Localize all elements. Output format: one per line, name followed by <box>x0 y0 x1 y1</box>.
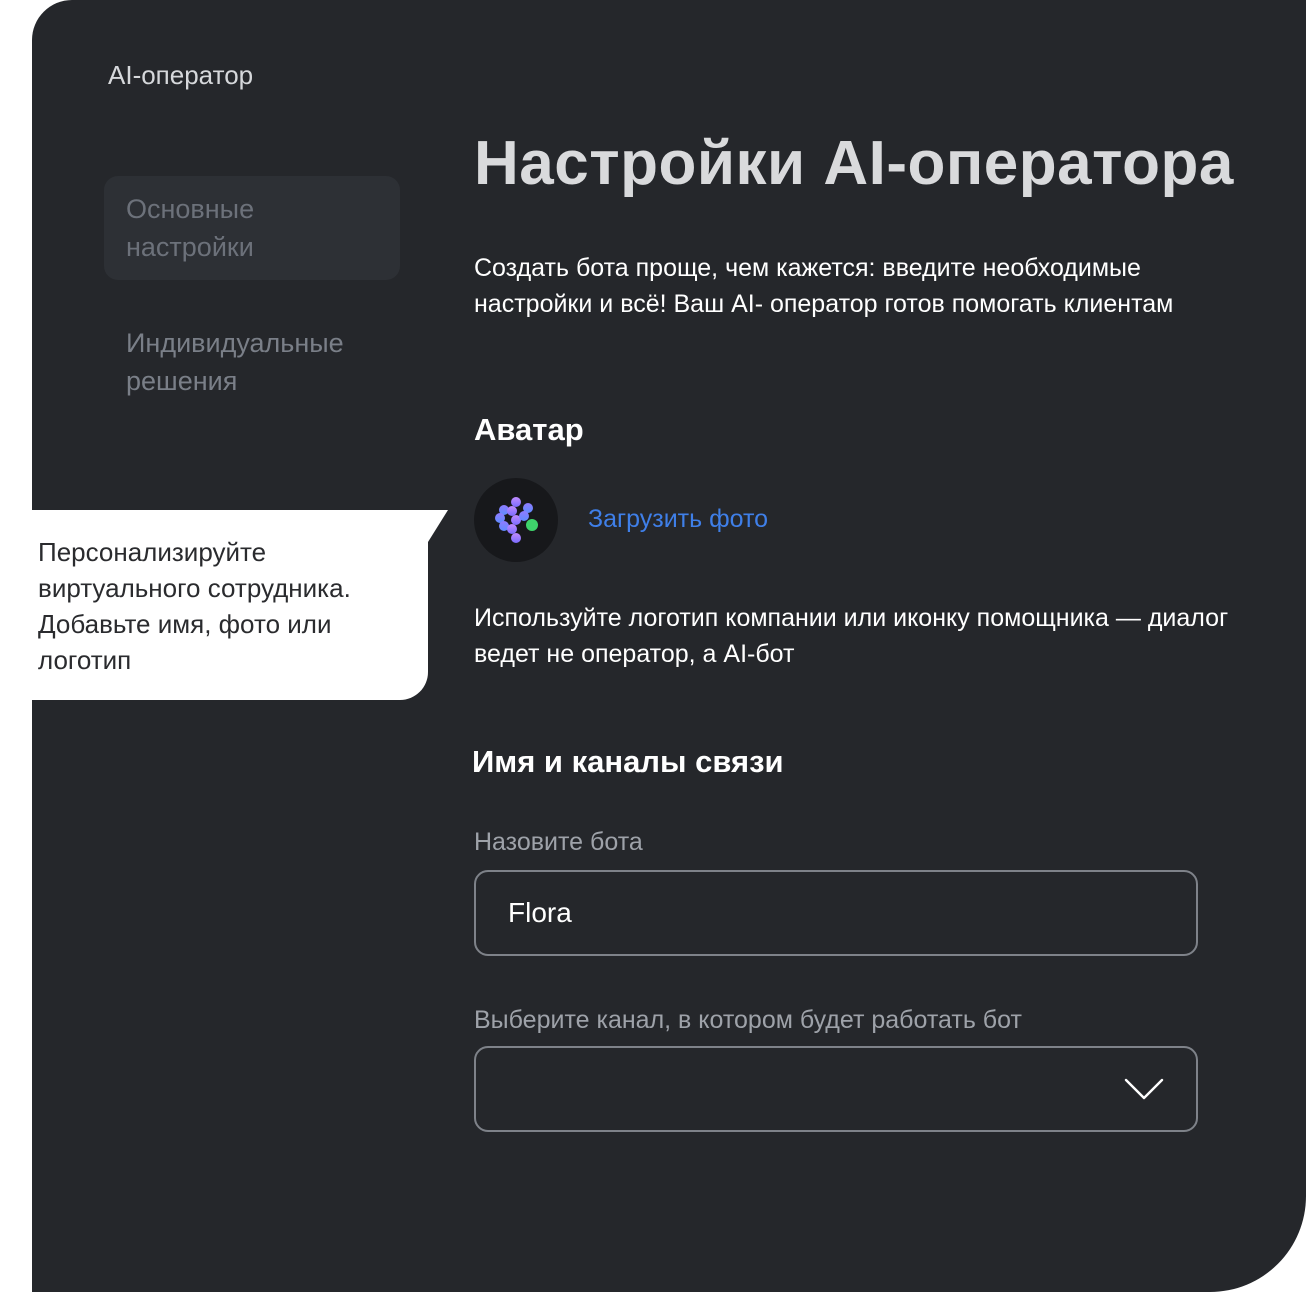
channel-select[interactable] <box>474 1046 1198 1132</box>
page-title: Настройки AI-оператора <box>474 129 1234 198</box>
upload-photo-link[interactable]: Загрузить фото <box>588 505 768 534</box>
tooltip-text: Персонализируйте виртуального сотрудника… <box>38 537 351 675</box>
avatar[interactable] <box>474 478 558 562</box>
bot-name-input[interactable] <box>508 892 1148 934</box>
bot-name-field[interactable] <box>474 870 1198 956</box>
chevron-down-icon <box>1124 1078 1164 1100</box>
channel-label: Выберите канал, в котором будет работать… <box>474 1006 1022 1034</box>
bot-name-label: Назовите бота <box>474 828 643 856</box>
sidebar-item-label: Индивидуальные решения <box>126 328 344 396</box>
avatar-hint-text: Используйте логотип компании или иконку … <box>474 604 1229 668</box>
avatar-section-title: Аватар <box>474 412 584 447</box>
sidebar-item-basic-settings[interactable]: Основные настройки <box>104 176 400 280</box>
name-channels-section-title: Имя и каналы связи <box>472 744 784 779</box>
sidebar-item-custom-solutions[interactable]: Индивидуальные решения <box>104 310 400 414</box>
tooltip-tail <box>418 510 448 550</box>
ai-bot-logo-icon <box>495 497 538 543</box>
app-title: AI-оператор <box>108 60 254 90</box>
intro-text: Создать бота проще, чем кажется: введите… <box>474 254 1174 318</box>
sidebar-item-label: Основные настройки <box>126 194 255 262</box>
